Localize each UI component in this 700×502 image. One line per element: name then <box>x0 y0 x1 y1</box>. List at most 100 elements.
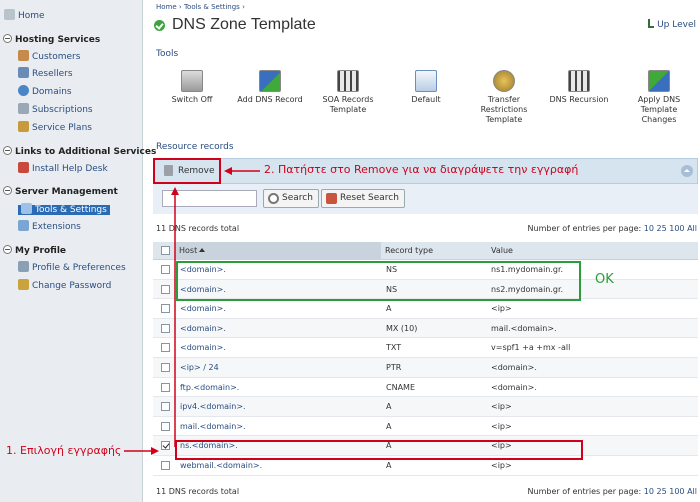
cell-host[interactable]: mail.<domain>. <box>180 417 246 436</box>
cell-host[interactable]: <domain>. <box>180 338 226 357</box>
column-record-type[interactable]: Record type <box>381 242 487 260</box>
tools-heading: Tools <box>156 49 179 59</box>
profile-icon <box>18 261 29 272</box>
per-page-25[interactable]: 25 <box>657 487 667 496</box>
sidebar-item-customers[interactable]: Customers <box>18 49 80 65</box>
main-content: Home › Tools & Settings › DNS Zone Templ… <box>143 0 700 502</box>
tool-apply-dns-template-changes[interactable]: Apply DNS Template Changes <box>623 70 695 125</box>
collapse-icon <box>3 34 12 43</box>
up-level-link[interactable]: Up Level <box>648 19 696 30</box>
extensions-icon <box>18 220 29 231</box>
row-checkbox[interactable] <box>161 304 170 314</box>
row-checkbox[interactable] <box>161 284 170 294</box>
column-value[interactable]: Value <box>487 242 698 260</box>
sidebar-item-change-password[interactable]: Change Password <box>18 278 111 294</box>
per-page-all[interactable]: All <box>687 224 697 233</box>
annotation-ok-box <box>176 261 581 301</box>
table-row[interactable]: <domain>. MX (10) mail.<domain>. <box>153 318 698 339</box>
sidebar-group-server[interactable]: Server Management <box>3 184 118 200</box>
per-page-10[interactable]: 10 <box>644 224 654 233</box>
filter-bar: Search Reset Search <box>153 184 698 214</box>
sidebar-item-service-plans[interactable]: Service Plans <box>18 120 92 136</box>
per-page-100[interactable]: 100 <box>669 487 684 496</box>
sidebar-item-domains[interactable]: Domains <box>18 84 72 100</box>
table-row[interactable]: <domain>. A <ip> <box>153 299 698 319</box>
cell-record-type: CNAME <box>386 382 415 392</box>
soa-records-icon <box>337 70 359 92</box>
per-page-100[interactable]: 100 <box>669 224 684 233</box>
row-checkbox[interactable] <box>161 421 170 431</box>
tool-transfer-restrictions[interactable]: Transfer Restrictions Template <box>468 70 540 125</box>
row-checkbox[interactable] <box>161 362 170 372</box>
row-checkbox[interactable] <box>161 343 170 353</box>
reset-search-button[interactable]: Reset Search <box>321 189 405 208</box>
sidebar-item-profile-preferences[interactable]: Profile & Preferences <box>18 260 126 276</box>
cell-record-type: PTR <box>386 362 402 372</box>
row-checkbox[interactable] <box>161 323 170 333</box>
cell-host[interactable]: <domain>. <box>180 319 226 338</box>
column-host[interactable]: Host <box>175 242 381 260</box>
breadcrumb-tools-settings[interactable]: Tools & Settings <box>184 3 240 11</box>
help-desk-icon <box>18 162 29 173</box>
annotation-step2: 2. Πατήστε στο Remove για να διαγράψετε … <box>264 163 579 176</box>
reseller-icon <box>18 67 29 78</box>
cell-record-type: MX (10) <box>386 323 418 333</box>
page-title: DNS Zone Template <box>172 16 316 33</box>
breadcrumb-home[interactable]: Home <box>156 3 177 11</box>
tool-add-dns-record[interactable]: Add DNS Record <box>234 70 306 105</box>
per-page-all[interactable]: All <box>687 487 697 496</box>
annotation-remove-box <box>153 158 221 184</box>
annotation-selected-row-box <box>175 440 583 460</box>
row-checkbox[interactable] <box>161 402 170 412</box>
row-checkbox[interactable] <box>161 382 170 392</box>
sort-asc-icon <box>199 248 206 252</box>
table-row[interactable]: ftp.<domain>. CNAME <domain>. <box>153 378 698 398</box>
table-row[interactable]: <ip> / 24 PTR <domain>. <box>153 357 698 378</box>
transfer-restrictions-icon <box>493 70 515 92</box>
annotation-ok: OK <box>595 272 614 287</box>
table-row[interactable]: <domain>. TXT v=spf1 +a +mx -all <box>153 338 698 358</box>
records-total-bottom: 11 DNS records total <box>156 487 240 496</box>
cell-host[interactable]: ipv4.<domain>. <box>180 397 246 416</box>
table-row[interactable]: mail.<domain>. A <ip> <box>153 417 698 437</box>
tools-icon <box>21 203 32 214</box>
search-button[interactable]: Search <box>263 189 319 208</box>
sidebar-item-home[interactable]: Home <box>4 8 45 24</box>
cell-value: mail.<domain>. <box>491 323 557 333</box>
domains-icon <box>18 85 29 96</box>
cell-host[interactable]: <ip> / 24 <box>180 358 219 377</box>
page-header: DNS Zone Template <box>154 14 316 36</box>
default-icon <box>415 70 437 92</box>
sidebar-item-install-help-desk[interactable]: Install Help Desk <box>18 161 108 177</box>
select-all-checkbox[interactable] <box>161 246 170 255</box>
collapse-icon <box>3 146 12 155</box>
cell-host[interactable]: ftp.<domain>. <box>180 378 239 397</box>
customer-icon <box>18 50 29 61</box>
tool-dns-recursion[interactable]: DNS Recursion <box>543 70 615 105</box>
per-page-25[interactable]: 25 <box>657 224 667 233</box>
row-checkbox[interactable] <box>161 441 170 451</box>
sidebar-group-profile[interactable]: My Profile <box>3 243 66 259</box>
tool-default[interactable]: Default <box>390 70 462 105</box>
cell-value: <ip> <box>491 402 512 412</box>
table-row[interactable]: ipv4.<domain>. A <ip> <box>153 397 698 417</box>
per-page-10[interactable]: 10 <box>644 487 654 496</box>
sidebar-group-links[interactable]: Links to Additional Services <box>3 144 156 160</box>
row-checkbox[interactable] <box>161 265 170 274</box>
search-input[interactable] <box>162 190 257 207</box>
tool-soa-records-template[interactable]: SOA Records Template <box>312 70 384 115</box>
resource-records-heading: Resource records <box>156 142 234 152</box>
tool-switch-off[interactable]: Switch Off <box>156 70 228 105</box>
sidebar-item-tools-settings[interactable]: Tools & Settings <box>18 202 110 218</box>
cell-host[interactable]: <domain>. <box>180 299 226 318</box>
sidebar-item-subscriptions[interactable]: Subscriptions <box>18 102 93 118</box>
sidebar-item-resellers[interactable]: Resellers <box>18 66 73 82</box>
sidebar-item-extensions[interactable]: Extensions <box>18 219 81 235</box>
cell-value: <ip> <box>491 421 512 431</box>
sidebar-group-hosting[interactable]: Hosting Services <box>3 32 100 48</box>
table-header: Host Record type Value <box>153 242 698 260</box>
row-checkbox[interactable] <box>161 460 170 470</box>
collapse-toolbar-icon[interactable] <box>681 165 693 177</box>
records-total-top: 11 DNS records total <box>156 224 240 233</box>
collapse-icon <box>3 186 12 195</box>
